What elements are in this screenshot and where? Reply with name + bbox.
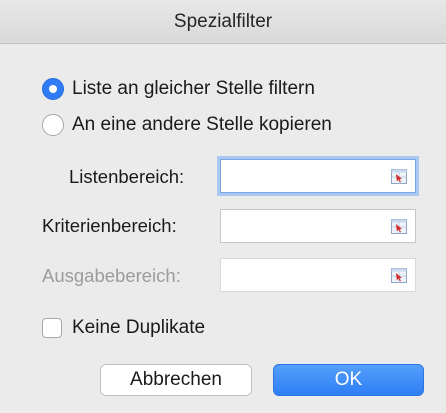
ok-button[interactable]: OK	[273, 364, 424, 396]
radio-copy-to-location-label: An eine andere Stelle kopieren	[72, 114, 332, 135]
radio-button-selected[interactable]	[42, 78, 64, 100]
range-selector-icon	[391, 268, 407, 283]
radio-copy-to-location[interactable]: An eine andere Stelle kopieren	[42, 114, 332, 136]
advanced-filter-dialog: Spezialfilter Liste an gleicher Stelle f…	[0, 0, 446, 413]
range-selector-icon[interactable]	[391, 169, 407, 184]
title-bar[interactable]: Spezialfilter	[0, 0, 446, 44]
unique-records-checkbox[interactable]	[42, 318, 62, 338]
list-range-label: Listenbereich:	[69, 166, 185, 187]
output-range-label: Ausgabebereich:	[42, 265, 181, 286]
output-range-input	[220, 258, 416, 292]
radio-filter-in-place-label: Liste an gleicher Stelle filtern	[72, 78, 315, 99]
radio-button[interactable]	[42, 114, 64, 136]
list-range-input[interactable]	[220, 159, 416, 193]
unique-records-option[interactable]: Keine Duplikate	[42, 317, 205, 339]
range-selector-icon[interactable]	[391, 219, 407, 234]
criteria-range-input[interactable]	[220, 209, 416, 243]
radio-filter-in-place[interactable]: Liste an gleicher Stelle filtern	[42, 78, 315, 100]
criteria-range-label: Kriterienbereich:	[42, 215, 177, 236]
cancel-button[interactable]: Abbrechen	[100, 364, 252, 396]
unique-records-label: Keine Duplikate	[72, 317, 206, 338]
dialog-title: Spezialfilter	[173, 11, 273, 32]
